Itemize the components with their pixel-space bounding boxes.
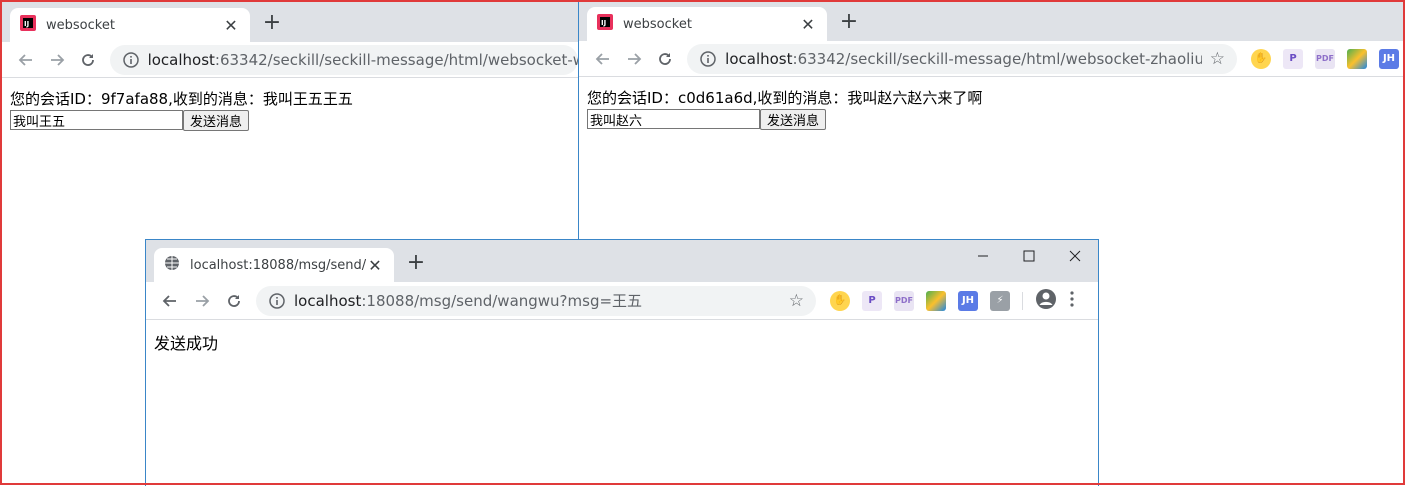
close-tab-icon[interactable]: ✕ xyxy=(222,16,240,35)
pdf-extension-icon[interactable]: PDF xyxy=(894,290,914,311)
new-tab-button[interactable]: + xyxy=(835,9,863,37)
info-icon[interactable] xyxy=(268,292,286,310)
color-extension-icon[interactable] xyxy=(1347,48,1367,69)
tab-title: websocket xyxy=(623,16,692,32)
url-host: localhost xyxy=(147,50,215,69)
address-bar[interactable]: localhost:63342/seckill/seckill-message/… xyxy=(687,43,1237,74)
address-bar[interactable]: localhost:18088/msg/send/wangwu?msg=王五 ☆ xyxy=(256,285,816,316)
window-controls xyxy=(960,242,1098,270)
reload-icon[interactable] xyxy=(218,285,250,317)
close-tab-icon[interactable]: ✕ xyxy=(799,15,817,34)
svg-text:IJ: IJ xyxy=(601,19,606,27)
forward-icon[interactable] xyxy=(186,285,218,317)
back-icon[interactable] xyxy=(154,285,186,317)
window-divider xyxy=(578,2,579,240)
session-message: 您的会话ID：9f7afa88,收到的消息：我叫王五王五 xyxy=(10,90,353,108)
tab-title: websocket xyxy=(46,17,115,33)
tab-strip: IJ websocket ✕ + xyxy=(2,2,578,42)
info-icon[interactable] xyxy=(122,51,140,69)
back-icon[interactable] xyxy=(10,44,41,76)
tab-strip: localhost:18088/msg/send/wa ✕ + xyxy=(146,240,1098,282)
maximize-icon[interactable] xyxy=(1006,242,1052,270)
forward-icon[interactable] xyxy=(41,44,72,76)
bookmark-star-icon[interactable]: ☆ xyxy=(1210,49,1225,69)
search-extension-icon[interactable]: P xyxy=(1283,48,1303,69)
jh-extension-icon[interactable]: JH xyxy=(958,290,978,311)
new-tab-button[interactable]: + xyxy=(258,10,286,38)
tab-title: localhost:18088/msg/send/wa xyxy=(190,257,366,273)
globe-icon xyxy=(164,255,180,275)
new-tab-button[interactable]: + xyxy=(402,250,430,278)
tab-localhost-send[interactable]: localhost:18088/msg/send/wa ✕ xyxy=(154,248,394,282)
hand-extension-icon[interactable]: ✋ xyxy=(830,290,850,311)
color-extension-icon[interactable] xyxy=(926,290,946,311)
page-content: 您的会话ID：9f7afa88,收到的消息：我叫王五王五 发送消息 xyxy=(10,88,353,131)
extensions-bar: ✋ P PDF JH xyxy=(1245,48,1405,69)
tab-websocket[interactable]: IJ websocket ✕ xyxy=(10,8,250,42)
pdf-extension-icon[interactable]: PDF xyxy=(1315,48,1335,69)
hand-extension-icon[interactable]: ✋ xyxy=(1251,48,1271,69)
toolbar-separator xyxy=(1022,291,1023,310)
lightning-extension-icon[interactable]: ⚡ xyxy=(990,290,1010,311)
toolbar: localhost:18088/msg/send/wangwu?msg=王五 ☆… xyxy=(146,282,1098,320)
send-result-text: 发送成功 xyxy=(154,334,219,353)
tab-websocket[interactable]: IJ websocket ✕ xyxy=(587,7,827,41)
session-message: 您的会话ID：c0d61a6d,收到的消息：我叫赵六赵六来了啊 xyxy=(587,89,983,107)
profile-avatar-icon[interactable] xyxy=(1035,288,1057,314)
minimize-icon[interactable] xyxy=(960,242,1006,270)
info-icon[interactable] xyxy=(699,50,717,68)
page-content: 您的会话ID：c0d61a6d,收到的消息：我叫赵六赵六来了啊 发送消息 xyxy=(587,87,982,130)
svg-text:IJ: IJ xyxy=(24,20,29,28)
browser-window-send: localhost:18088/msg/send/wa ✕ + localhos… xyxy=(145,239,1099,486)
jh-extension-icon[interactable]: JH xyxy=(1379,48,1399,69)
bookmark-star-icon[interactable]: ☆ xyxy=(789,291,804,311)
url-path: :18088/msg/send/wangwu?msg=王五 xyxy=(361,292,643,310)
reload-icon[interactable] xyxy=(650,43,681,75)
address-bar[interactable]: localhost:63342/seckill/seckill-message/… xyxy=(109,44,578,75)
reload-icon[interactable] xyxy=(72,44,103,76)
forward-icon[interactable] xyxy=(618,43,649,75)
close-tab-icon[interactable]: ✕ xyxy=(366,256,384,275)
menu-kebab-icon[interactable] xyxy=(1069,290,1075,312)
url-path: :63342/seckill/seckill-message/html/webs… xyxy=(792,49,1202,68)
extensions-bar: ✋ P PDF JH ⚡ xyxy=(824,288,1081,314)
close-window-icon[interactable] xyxy=(1052,242,1098,270)
url-host: localhost xyxy=(294,291,362,310)
intellij-favicon-icon: IJ xyxy=(597,14,613,34)
intellij-favicon-icon: IJ xyxy=(20,15,36,35)
toolbar: localhost:63342/seckill/seckill-message/… xyxy=(579,41,1405,77)
send-message-button[interactable]: 发送消息 xyxy=(183,110,250,131)
back-icon[interactable] xyxy=(587,43,618,75)
tab-strip: IJ websocket ✕ + xyxy=(579,1,1405,41)
toolbar: localhost:63342/seckill/seckill-message/… xyxy=(2,42,578,78)
send-message-button[interactable]: 发送消息 xyxy=(760,109,827,130)
url-path: :63342/seckill/seckill-message/html/webs… xyxy=(214,50,578,69)
search-extension-icon[interactable]: P xyxy=(862,290,882,311)
url-host: localhost xyxy=(725,49,793,68)
message-input[interactable] xyxy=(587,109,760,129)
message-input[interactable] xyxy=(10,110,183,130)
